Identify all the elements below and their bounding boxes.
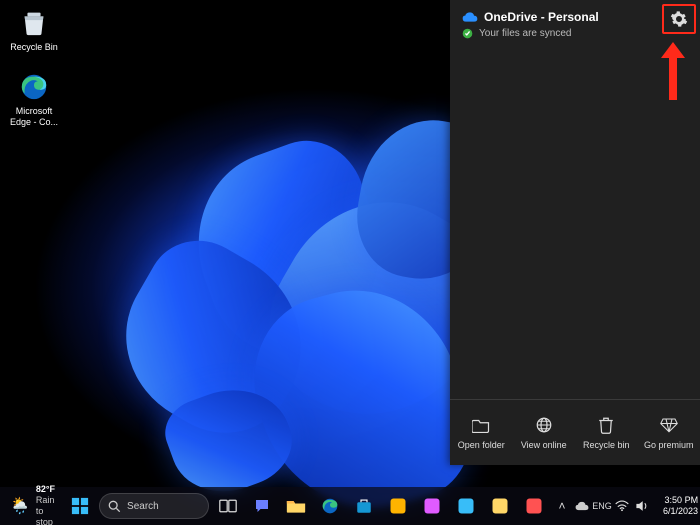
diamond-icon [660,416,678,434]
app-icon [491,497,509,515]
task-view-icon [219,499,237,513]
app-icon [457,497,475,515]
folder-icon [472,416,490,434]
app-icon [423,497,441,515]
taskbar-pinned-app[interactable] [451,491,481,521]
settings-button[interactable] [664,6,694,32]
start-button[interactable] [65,491,95,521]
tray-onedrive-icon[interactable] [573,492,591,520]
taskbar: 🌦️ 82°F Rain to stop Search [0,487,700,525]
store-icon [355,497,373,515]
app-icon [525,497,543,515]
wifi-icon [615,500,629,512]
button-label: Go premium [644,440,694,450]
desktop-icon-label: Recycle Bin [4,42,64,53]
clock-time: 3:50 PM [663,495,698,506]
system-tray: ˄ ENG [549,492,655,520]
taskbar-pinned-app[interactable] [519,491,549,521]
app-icon [389,497,407,515]
search-placeholder: Search [127,501,159,512]
globe-icon [535,416,553,434]
gear-icon [670,10,688,28]
onedrive-footer: Open folder View online Recycle bin Go p… [450,399,700,465]
weather-temp: 82°F [36,484,55,495]
windows-icon [71,497,89,515]
chat-icon [253,497,271,515]
search-icon [108,500,121,513]
edge-icon [18,70,50,102]
recycle-bin-button[interactable]: Recycle bin [575,400,638,465]
onedrive-title: OneDrive - Personal [484,10,599,24]
desktop-icon-label: Microsoft Edge - Co... [4,106,64,128]
check-circle-icon [462,28,473,39]
tray-volume-icon[interactable] [633,492,651,520]
cloud-icon [575,501,589,511]
edge-icon [321,497,339,515]
button-label: Open folder [458,440,505,450]
button-label: Recycle bin [583,440,630,450]
clock-date: 6/1/2023 [663,506,698,517]
tray-language-button[interactable]: ENG [593,492,611,520]
taskbar-pinned-app[interactable] [383,491,413,521]
button-label: View online [521,440,567,450]
onedrive-header: OneDrive - Personal Your files are synce… [450,0,700,41]
view-online-button[interactable]: View online [513,400,576,465]
tray-overflow-button[interactable]: ˄ [553,492,571,520]
taskbar-center: Search [65,491,549,521]
search-input[interactable]: Search [99,493,209,519]
task-view-button[interactable] [213,491,243,521]
desktop[interactable]: Recycle Bin Microsoft Edge - Co... OneDr… [0,0,700,525]
cloud-icon [462,11,478,23]
trash-icon [597,416,615,434]
weather-widget[interactable]: 🌦️ 82°F Rain to stop [0,487,65,525]
go-premium-button[interactable]: Go premium [638,400,700,465]
onedrive-status: Your files are synced [479,28,571,39]
weather-icon: 🌦️ [10,501,30,512]
tray-wifi-icon[interactable] [613,492,631,520]
onedrive-flyout: OneDrive - Personal Your files are synce… [450,0,700,465]
desktop-icon-edge[interactable]: Microsoft Edge - Co... [4,70,64,128]
taskbar-pinned-store[interactable] [349,491,379,521]
chevron-up-icon: ˄ [559,499,566,513]
taskbar-pinned-chat[interactable] [247,491,277,521]
taskbar-pinned-app[interactable] [417,491,447,521]
open-folder-button[interactable]: Open folder [450,400,513,465]
folder-icon [286,498,306,514]
weather-desc: Rain to stop [36,495,55,525]
clock-button[interactable]: 3:50 PM 6/1/2023 [655,495,700,517]
desktop-icon-recycle-bin[interactable]: Recycle Bin [4,6,64,53]
speaker-icon [635,499,649,513]
onedrive-activity-list [450,41,700,399]
recycle-bin-icon [18,6,50,38]
taskbar-pinned-explorer[interactable] [281,491,311,521]
taskbar-pinned-edge[interactable] [315,491,345,521]
taskbar-pinned-app[interactable] [485,491,515,521]
